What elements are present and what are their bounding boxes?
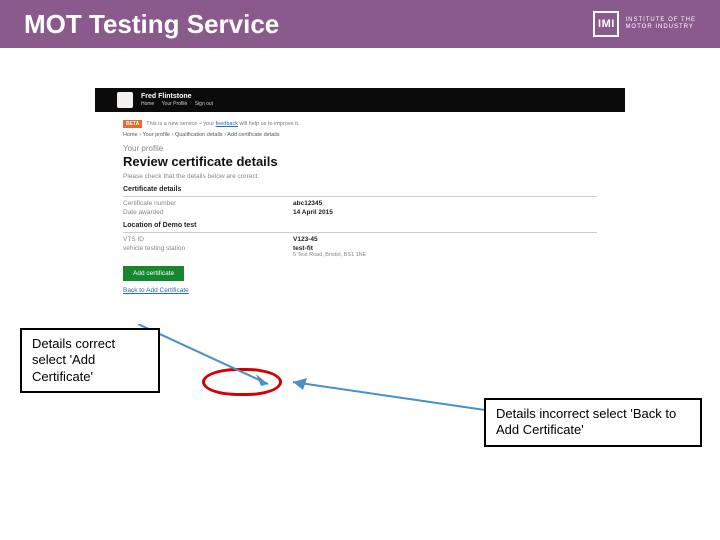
slide-title: MOT Testing Service — [24, 9, 279, 40]
beta-text: This is a new service – your feedback wi… — [146, 121, 299, 127]
nav-profile[interactable]: Your Profile — [162, 101, 188, 107]
arrow-right — [285, 376, 495, 418]
callout-details-incorrect: Details incorrect select 'Back to Add Ce… — [484, 398, 702, 447]
slide-header: MOT Testing Service IMI INSTITUTE OF THE… — [0, 0, 720, 48]
section-location: Location of Demo test — [123, 222, 597, 229]
cert-number-label: Certificate number — [123, 200, 293, 207]
gov-header-bar: Fred Flintstone Home Your Profile Sign o… — [95, 88, 625, 112]
profile-label: Your profile — [123, 144, 597, 153]
embedded-screenshot: Fred Flintstone Home Your Profile Sign o… — [95, 88, 625, 298]
add-certificate-button[interactable]: Add certificate — [123, 266, 184, 281]
nav-signout[interactable]: Sign out — [195, 101, 213, 107]
row-station: vehicle testing station test-fit 5 Test … — [123, 245, 597, 258]
page-desc: Please check that the details below are … — [123, 173, 597, 180]
vts-id-label: VTS ID — [123, 236, 293, 243]
callout-details-correct: Details correct select 'Add Certificate' — [20, 328, 160, 393]
row-date-awarded: Date awarded 14 April 2015 — [123, 209, 597, 216]
row-cert-number: Certificate number abc12345 — [123, 200, 597, 207]
breadcrumb[interactable]: Home › Your profile › Qualification deta… — [123, 132, 597, 138]
station-label: vehicle testing station — [123, 245, 293, 258]
gov-nav: Home Your Profile Sign out — [141, 101, 219, 107]
back-link[interactable]: Back to Add Certificate — [123, 287, 597, 294]
imi-logo-text: INSTITUTE OF THE MOTOR INDUSTRY — [625, 17, 696, 30]
imi-logo: IMI INSTITUTE OF THE MOTOR INDUSTRY — [593, 11, 696, 37]
beta-badge: BETA — [123, 120, 142, 128]
date-awarded-value: 14 April 2015 — [293, 209, 333, 216]
date-awarded-label: Date awarded — [123, 209, 293, 216]
beta-banner: BETA This is a new service – your feedba… — [123, 120, 597, 128]
section-certificate: Certificate details — [123, 186, 597, 193]
user-name: Fred Flintstone — [141, 93, 219, 100]
imi-logo-box: IMI — [593, 11, 619, 37]
slide-content: Fred Flintstone Home Your Profile Sign o… — [0, 48, 720, 88]
divider — [123, 232, 597, 233]
crown-icon — [117, 92, 133, 108]
divider — [123, 196, 597, 197]
arrow-left — [138, 324, 298, 394]
station-name: test-fit — [293, 245, 366, 252]
vts-id-value: V123-45 — [293, 236, 318, 243]
cert-number-value: abc12345 — [293, 200, 322, 207]
feedback-link[interactable]: feedback — [216, 121, 238, 127]
row-vts-id: VTS ID V123-45 — [123, 236, 597, 243]
station-address: 5 Test Road, Bristol, BS1 1NE — [293, 252, 366, 258]
page-title: Review certificate details — [123, 154, 597, 169]
nav-home[interactable]: Home — [141, 101, 154, 107]
